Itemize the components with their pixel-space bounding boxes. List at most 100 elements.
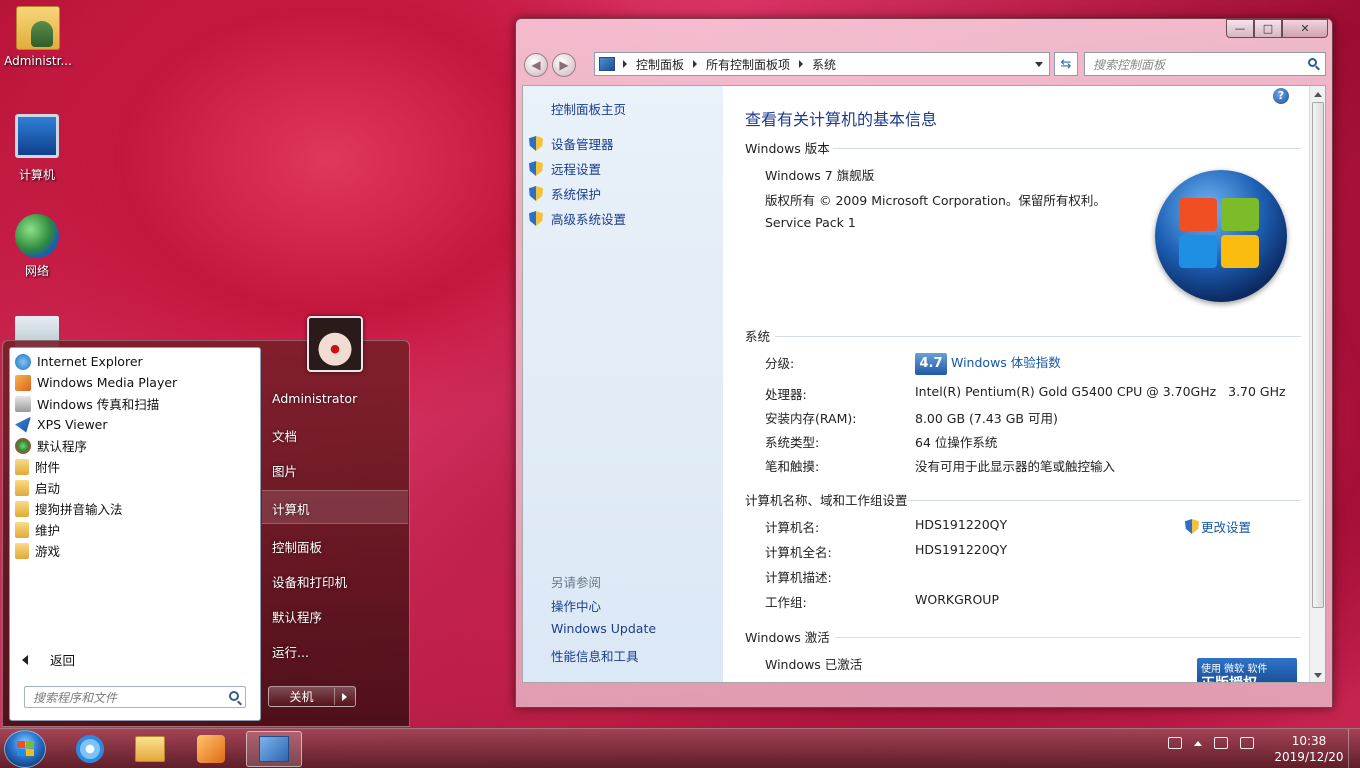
scroll-thumb[interactable] xyxy=(1312,102,1324,608)
genuine-badge[interactable]: 使用 微软 软件 正版授权 xyxy=(1197,658,1297,682)
shield-icon xyxy=(529,161,543,176)
system-protection-link[interactable]: 系统保护 xyxy=(529,184,601,203)
content-area: 控制面板主页 设备管理器 远程设置 系统保护 高级系统设置 另请参阅 操作中心 … xyxy=(522,85,1326,683)
taskbar-explorer[interactable] xyxy=(122,731,178,767)
remote-settings-link[interactable]: 远程设置 xyxy=(529,159,601,178)
program-label: 启动 xyxy=(35,481,61,496)
folder-sogou-ime[interactable]: 搜狗拼音输入法 xyxy=(10,498,260,519)
breadcrumb-separator-icon[interactable] xyxy=(693,60,698,68)
program-fax-scan[interactable]: Windows 传真和扫描 xyxy=(10,393,260,414)
address-bar[interactable]: 控制面板 所有控制面板项 系统 xyxy=(594,52,1050,76)
taskbar-ie[interactable] xyxy=(62,731,118,767)
breadcrumb-separator-icon[interactable] xyxy=(799,60,804,68)
start-search-placeholder: 搜索程序和文件 xyxy=(33,690,118,705)
rating-label: 分级: xyxy=(765,356,795,371)
scroll-up-icon[interactable] xyxy=(1314,92,1322,97)
program-label: Windows Media Player xyxy=(37,375,178,390)
search-icon[interactable] xyxy=(1308,58,1317,67)
device-manager-label: 设备管理器 xyxy=(551,137,614,152)
program-default-programs[interactable]: 默认程序 xyxy=(10,435,260,456)
breadcrumb-system[interactable]: 系统 xyxy=(812,56,836,73)
clock[interactable]: 10:38 2019/12/20 xyxy=(1266,733,1352,765)
start-search-input[interactable]: 搜索程序和文件 xyxy=(24,686,246,708)
folder-accessories[interactable]: 附件 xyxy=(10,456,260,477)
shutdown-options-arrow-icon[interactable] xyxy=(342,692,347,701)
maximize-button[interactable]: □ xyxy=(1254,19,1282,38)
minimize-button[interactable]: — xyxy=(1226,19,1254,38)
start-item-pictures[interactable]: 图片 xyxy=(272,461,297,480)
computer-icon xyxy=(15,114,59,158)
scroll-down-icon[interactable] xyxy=(1314,673,1322,678)
desktop-icon-computer[interactable]: 计算机 xyxy=(0,114,74,183)
keyboard-icon[interactable] xyxy=(1168,737,1182,749)
clock-date: 2019/12/20 xyxy=(1274,750,1344,764)
desktop-icon-user-folder[interactable]: Administr... xyxy=(1,6,75,68)
system-type-label: 系统类型: xyxy=(765,435,820,450)
pen-touch-label: 笔和触摸: xyxy=(765,459,820,474)
edition-service-pack: Service Pack 1 xyxy=(765,215,856,230)
folder-games[interactable]: 游戏 xyxy=(10,540,260,561)
windows-flag-icon xyxy=(1179,198,1261,270)
performance-tools-link[interactable]: 性能信息和工具 xyxy=(551,646,639,665)
start-item-run[interactable]: 运行... xyxy=(272,642,309,661)
address-dropdown-icon[interactable] xyxy=(1035,62,1043,67)
genuine-badge-bottom: 正版授权 xyxy=(1201,673,1293,682)
refresh-button[interactable]: ⇆ xyxy=(1054,52,1078,76)
shield-icon xyxy=(529,136,543,151)
user-folder-icon xyxy=(16,6,60,50)
action-center-link[interactable]: 操作中心 xyxy=(551,596,601,615)
media-player-icon xyxy=(15,374,31,391)
search-icon[interactable] xyxy=(229,691,239,701)
program-xps-viewer[interactable]: XPS Viewer xyxy=(10,414,260,435)
breadcrumb-separator-icon xyxy=(623,60,627,68)
volume-icon[interactable] xyxy=(1240,737,1254,749)
advanced-settings-link[interactable]: 高级系统设置 xyxy=(529,209,626,228)
start-item-computer[interactable]: 计算机 xyxy=(272,499,310,518)
network-status-icon[interactable] xyxy=(1214,737,1228,749)
system-heading: 系统 xyxy=(745,329,771,344)
back-button[interactable]: 返回 xyxy=(22,650,75,669)
vertical-scrollbar[interactable] xyxy=(1309,86,1325,682)
show-hidden-icons-icon[interactable] xyxy=(1194,740,1202,746)
program-internet-explorer[interactable]: Internet Explorer xyxy=(10,351,260,372)
forward-button[interactable]: ▶ xyxy=(552,53,576,77)
folder-maintenance[interactable]: 维护 xyxy=(10,519,260,540)
start-item-documents[interactable]: 文档 xyxy=(272,426,297,445)
help-icon[interactable]: ? xyxy=(1273,88,1289,104)
program-label: 游戏 xyxy=(35,544,61,559)
control-panel-home-link[interactable]: 控制面板主页 xyxy=(551,99,626,118)
show-desktop-button[interactable] xyxy=(1348,729,1360,768)
full-name-value: HDS191220QY xyxy=(915,542,1008,557)
desktop-icon-network[interactable]: 网络 xyxy=(0,214,74,279)
start-item-devices-printers[interactable]: 设备和打印机 xyxy=(272,572,347,591)
shutdown-button[interactable]: 关机 xyxy=(268,686,356,707)
taskbar-control-panel[interactable] xyxy=(246,731,302,767)
explorer-folder-icon xyxy=(135,736,165,762)
divider xyxy=(905,500,1301,501)
start-button[interactable] xyxy=(4,730,46,768)
edition-copyright: 版权所有 © 2009 Microsoft Corporation。保留所有权利… xyxy=(765,193,1106,208)
start-item-default-programs[interactable]: 默认程序 xyxy=(272,607,322,626)
back-button[interactable]: ◀ xyxy=(524,53,548,77)
breadcrumb-all-items[interactable]: 所有控制面板项 xyxy=(706,56,790,73)
program-media-player[interactable]: Windows Media Player xyxy=(10,372,260,393)
ram-value: 8.00 GB (7.43 GB 可用) xyxy=(915,411,1058,426)
folder-startup[interactable]: 启动 xyxy=(10,477,260,498)
user-avatar[interactable] xyxy=(307,316,363,372)
search-input[interactable]: 搜索控制面板 xyxy=(1084,52,1326,76)
start-item-control-panel[interactable]: 控制面板 xyxy=(272,537,322,556)
close-button[interactable]: ✕ xyxy=(1282,19,1328,38)
computer-name-label: 计算机名: xyxy=(765,520,820,535)
device-manager-link[interactable]: 设备管理器 xyxy=(529,134,614,153)
taskbar-media-player[interactable] xyxy=(183,731,239,767)
change-settings-link[interactable]: 更改设置 xyxy=(1185,517,1251,536)
breadcrumb-control-panel[interactable]: 控制面板 xyxy=(636,56,684,73)
activation-heading: Windows 激活 xyxy=(745,630,830,645)
rating-value[interactable]: 4.7 Windows 体验指数 xyxy=(915,352,1061,375)
start-item-administrator[interactable]: Administrator xyxy=(272,391,357,406)
windows-update-link[interactable]: Windows Update xyxy=(551,621,656,636)
workgroup-label: 工作组: xyxy=(765,595,807,610)
programs-pane: Internet Explorer Windows Media Player W… xyxy=(9,347,261,721)
experience-index-link[interactable]: Windows 体验指数 xyxy=(951,355,1061,370)
folder-icon xyxy=(15,500,29,517)
